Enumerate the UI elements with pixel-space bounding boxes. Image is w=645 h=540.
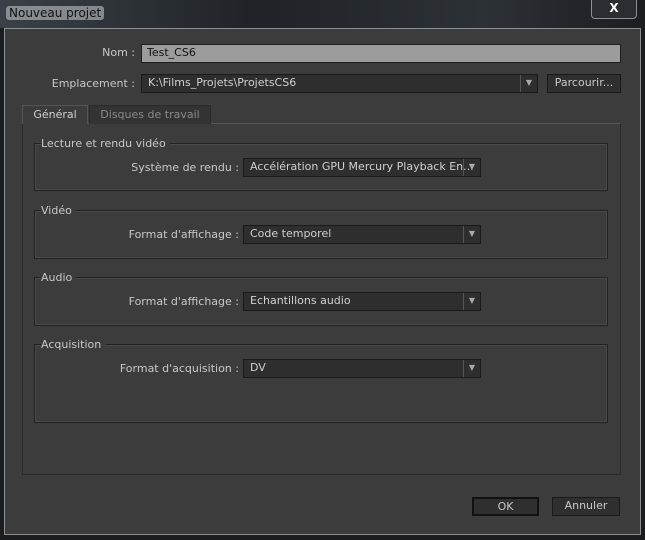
group-capture	[34, 344, 608, 423]
chevron-down-icon: ▼	[463, 293, 480, 310]
chevron-down-icon: ▼	[463, 226, 480, 243]
location-select[interactable]: K:\Films_Projets\ProjetsCS6 ▼	[141, 74, 538, 93]
video-format-label: Format d'affichage :	[128, 228, 239, 241]
audio-format-label: Format d'affichage :	[128, 295, 239, 308]
tab-scratch-disks[interactable]: Disques de travail	[89, 105, 211, 124]
chevron-down-icon: ▼	[463, 159, 480, 176]
video-format-value: Code temporel	[250, 227, 332, 240]
group-capture-title: Acquisition	[41, 338, 106, 351]
renderer-select[interactable]: Accélération GPU Mercury Playback En... ▼	[243, 158, 481, 177]
group-video-title: Vidéo	[41, 204, 76, 217]
title-bar: Nouveau projet X	[0, 0, 645, 28]
tab-general[interactable]: Général	[22, 105, 88, 124]
ok-button[interactable]: OK	[472, 497, 539, 516]
window-title: Nouveau projet	[6, 6, 105, 20]
location-value: K:\Films_Projets\ProjetsCS6	[148, 76, 297, 89]
location-label: Emplacement :	[51, 77, 135, 90]
capture-format-value: DV	[250, 361, 266, 374]
name-label: Nom :	[102, 46, 135, 59]
renderer-label: Système de rendu :	[131, 161, 239, 174]
renderer-value: Accélération GPU Mercury Playback En...	[250, 160, 474, 173]
name-input[interactable]: Test_CS6	[141, 44, 621, 63]
audio-format-select[interactable]: Echantillons audio ▼	[243, 292, 481, 311]
browse-button[interactable]: Parcourir...	[547, 74, 621, 93]
tab-panel-general: Lecture et rendu vidéo Système de rendu …	[22, 123, 621, 475]
audio-format-value: Echantillons audio	[250, 294, 351, 307]
capture-format-select[interactable]: DV ▼	[243, 359, 481, 378]
chevron-down-icon: ▼	[520, 75, 537, 92]
video-format-select[interactable]: Code temporel ▼	[243, 225, 481, 244]
group-audio-title: Audio	[41, 271, 77, 284]
capture-format-label: Format d'acquisition :	[119, 362, 239, 375]
group-playback-title: Lecture et rendu vidéo	[41, 137, 170, 150]
dialog-body: Nom : Test_CS6 Emplacement : K:\Films_Pr…	[4, 28, 641, 535]
cancel-button[interactable]: Annuler	[552, 497, 620, 516]
close-button[interactable]: X	[591, 0, 637, 19]
chevron-down-icon: ▼	[463, 360, 480, 377]
